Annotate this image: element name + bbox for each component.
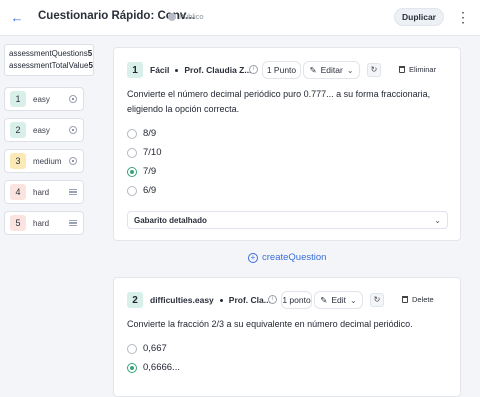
question-number: 3 xyxy=(10,153,26,169)
stat-value: 5 xyxy=(87,49,93,58)
delete-label: Delete xyxy=(412,295,434,304)
answer-option[interactable]: 0,6666... xyxy=(127,362,180,373)
option-label: 6/9 xyxy=(143,185,157,196)
trash-icon xyxy=(402,296,408,303)
radio-button[interactable] xyxy=(127,147,137,158)
edit-button[interactable]: ✎ Editar ⌄ xyxy=(303,61,360,79)
option-label: 0,667 xyxy=(143,343,167,354)
question-number: 2 xyxy=(10,122,26,138)
radio-icon xyxy=(69,157,77,165)
answer-option[interactable]: 6/9 xyxy=(127,185,156,196)
stat-value: 5 xyxy=(88,61,93,70)
radio-icon xyxy=(69,95,77,103)
explanation-accordion[interactable]: Gabarito detalhado ⌄ xyxy=(127,211,448,229)
radio-button[interactable] xyxy=(127,185,137,196)
difficulty-label: hard xyxy=(33,218,50,228)
option-label: 7/9 xyxy=(143,166,157,177)
question-number-badge: 2 xyxy=(127,292,143,308)
difficulty-label: difficulties.easy xyxy=(150,295,214,305)
sidebar-item-question-5[interactable]: 5 hard xyxy=(4,211,84,235)
pencil-icon: ✎ xyxy=(320,294,328,305)
question-number: 5 xyxy=(10,215,26,231)
answer-option[interactable]: 7/9 xyxy=(127,166,156,177)
answer-option[interactable]: 8/9 xyxy=(127,128,156,139)
separator-dot xyxy=(219,298,223,302)
visibility-label: Público xyxy=(179,12,204,21)
back-arrow-icon[interactable]: ← xyxy=(8,9,26,27)
pencil-icon: ✎ xyxy=(309,64,317,75)
duplicate-button[interactable]: Duplicar xyxy=(394,8,444,26)
difficulty-label: Fácil xyxy=(150,65,170,75)
question-card-1: 1 Fácil Prof. Claudia Z... i 1 Punto ✎ E… xyxy=(113,47,461,241)
stat-label: assessmentQuestions xyxy=(9,49,88,58)
points-selector[interactable]: 1 ponto xyxy=(281,291,312,309)
difficulty-label: easy xyxy=(33,125,50,135)
radio-button[interactable] xyxy=(127,128,137,139)
answer-option[interactable]: 7/10 xyxy=(127,147,162,158)
sidebar-item-question-3[interactable]: 3 medium xyxy=(4,149,84,173)
assessment-stats: assessmentQuestions 5 assessmentTotalValu… xyxy=(4,44,94,76)
option-label: 0,6666... xyxy=(143,362,180,373)
trash-icon xyxy=(399,66,405,73)
chevron-down-icon: ⌄ xyxy=(350,295,357,305)
answer-option[interactable]: 0,667 xyxy=(127,343,167,354)
radio-button-selected[interactable] xyxy=(127,362,137,373)
author-name: Prof. Claudia Z... xyxy=(184,65,252,75)
delete-button[interactable]: Eliminar xyxy=(399,65,436,74)
radio-icon xyxy=(69,126,77,134)
delete-button[interactable]: Delete xyxy=(402,295,434,304)
sidebar-item-question-4[interactable]: 4 hard xyxy=(4,180,84,204)
radio-button-selected[interactable] xyxy=(127,166,137,177)
text-lines-icon xyxy=(69,220,77,226)
separator-dot xyxy=(175,68,179,72)
difficulty-label: hard xyxy=(33,187,50,197)
create-question-label: createQuestion xyxy=(262,252,327,263)
difficulty-label: medium xyxy=(33,156,62,166)
top-bar: ← Cuestionario Rápido: Conv... Público D… xyxy=(0,0,480,36)
chevron-down-icon: ⌄ xyxy=(434,215,441,225)
more-options-icon[interactable]: ⋮ xyxy=(456,9,470,27)
plus-circle-icon: + xyxy=(248,252,258,263)
refresh-icon[interactable]: ↻ xyxy=(370,293,384,307)
sidebar-item-question-2[interactable]: 2 easy xyxy=(4,118,84,142)
refresh-icon[interactable]: ↻ xyxy=(367,63,381,77)
difficulty-label: easy xyxy=(33,94,50,104)
question-number: 4 xyxy=(10,184,26,200)
radio-button[interactable] xyxy=(127,343,137,354)
delete-label: Eliminar xyxy=(409,65,437,74)
question-number-badge: 1 xyxy=(127,62,143,78)
author-name: Prof. Cla... xyxy=(228,295,271,305)
edit-button[interactable]: ✎ Edit ⌄ xyxy=(314,291,363,309)
edit-label: Editar xyxy=(320,65,343,75)
chevron-down-icon: ⌄ xyxy=(346,65,354,75)
option-label: 8/9 xyxy=(143,128,157,139)
visibility-badge: Público xyxy=(168,12,204,21)
question-meta: difficulties.easy Prof. Cla... xyxy=(150,295,271,305)
points-selector[interactable]: 1 Punto xyxy=(262,61,301,79)
question-number: 1 xyxy=(10,91,26,107)
option-label: 7/10 xyxy=(143,147,162,158)
question-text: Convierte la fracción 2/3 a su equivalen… xyxy=(127,319,413,329)
stat-label: assessmentTotalValue xyxy=(9,61,89,70)
question-text: Convierte el número decimal periódico pu… xyxy=(127,89,431,114)
info-icon[interactable]: i xyxy=(268,295,277,304)
explanation-label: Gabarito detalhado xyxy=(134,215,207,225)
question-card-2: 2 difficulties.easy Prof. Cla... i 1 pon… xyxy=(113,277,461,397)
sidebar-item-question-1[interactable]: 1 easy xyxy=(4,87,84,111)
create-question-button[interactable]: + createQuestion xyxy=(248,252,326,263)
globe-icon xyxy=(168,12,176,21)
question-meta: Fácil Prof. Claudia Z... xyxy=(150,65,251,75)
text-lines-icon xyxy=(69,189,77,195)
info-icon[interactable]: i xyxy=(249,65,258,74)
edit-label: Edit xyxy=(331,295,347,305)
